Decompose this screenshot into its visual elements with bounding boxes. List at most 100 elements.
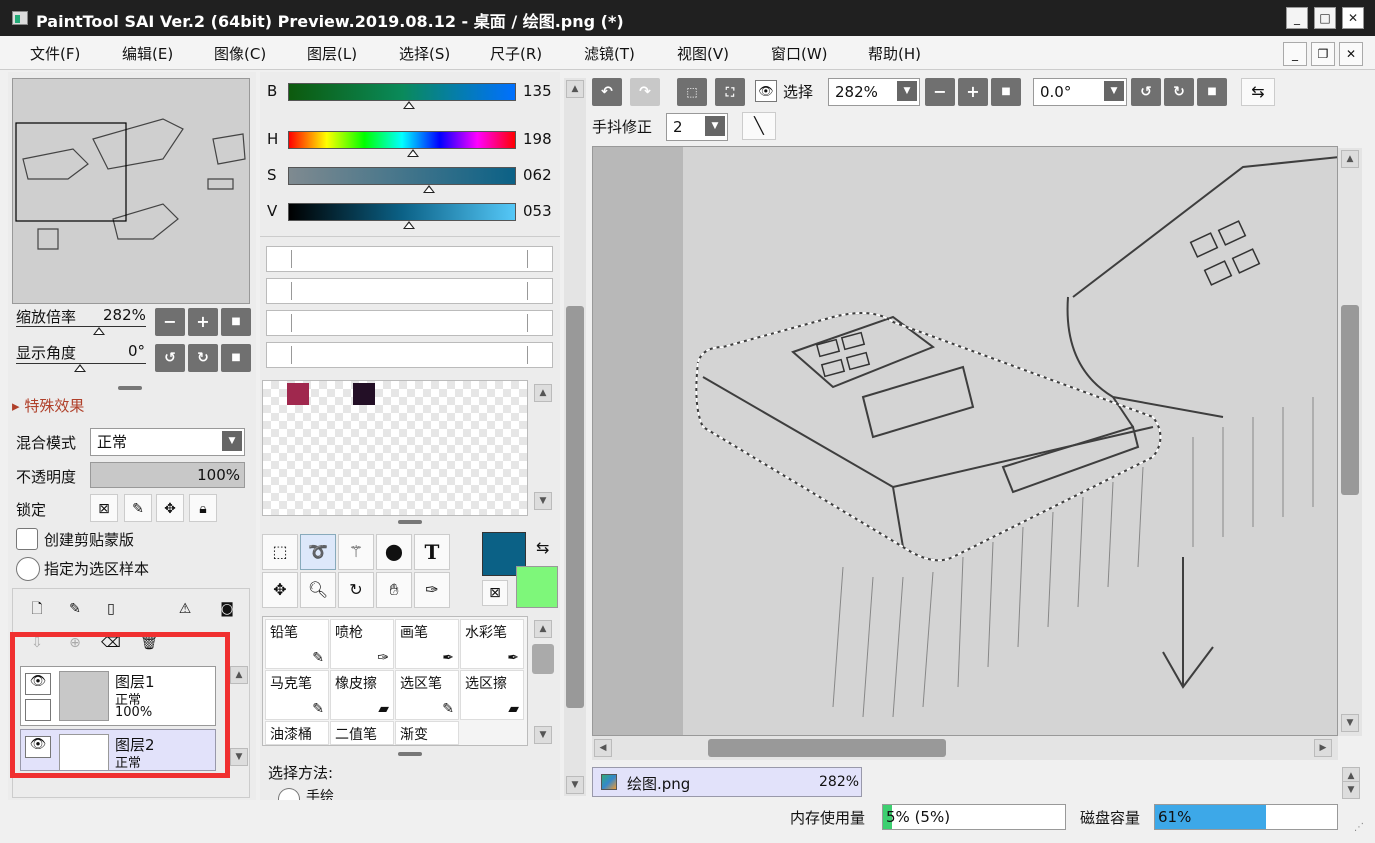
scrollbar-thumb[interactable] <box>708 739 946 757</box>
tab-scroll-down[interactable]: ▼ <box>1342 781 1360 799</box>
toolbar-zoom-reset-button[interactable]: ■ <box>991 78 1021 106</box>
layer-effect-icon[interactable]: ⚠ <box>171 595 199 623</box>
rotate-left-button[interactable]: ↺ <box>155 344 185 372</box>
channel-s-slider[interactable] <box>288 167 516 185</box>
palette-scroll-down[interactable]: ▼ <box>534 492 552 510</box>
palette-scroll-up[interactable]: ▲ <box>534 384 552 402</box>
canvas-vscrollbar[interactable]: ▲ ▼ <box>1338 148 1362 736</box>
canvas-hscrollbar[interactable]: ◀ ▶ <box>592 736 1338 760</box>
panel-splitter[interactable] <box>398 520 422 524</box>
text-tool-icon[interactable]: T <box>414 534 450 570</box>
close-button[interactable]: ✕ <box>1342 7 1364 29</box>
toolbar-rotate-right-button[interactable]: ↻ <box>1164 78 1194 106</box>
panel-splitter[interactable] <box>118 386 142 390</box>
channel-b-slider[interactable] <box>288 83 516 101</box>
channel-s-handle[interactable] <box>423 185 436 193</box>
document-tab[interactable]: 绘图.png 282% <box>592 767 862 797</box>
brush-scrollbar-thumb[interactable] <box>532 644 554 674</box>
blend-mode-select[interactable]: 正常 ▼ <box>90 428 245 456</box>
brush-select-eraser[interactable]: 选区擦 ▰ <box>460 670 524 720</box>
transparent-color-icon[interactable]: ⊠ <box>482 580 508 606</box>
menu-image[interactable]: 图像(C) <box>214 43 266 64</box>
eyedropper-icon[interactable]: ✑ <box>414 572 450 608</box>
navigator-preview[interactable] <box>12 78 250 304</box>
selection-method-radio[interactable] <box>278 788 300 800</box>
brush-scroll-up[interactable]: ▲ <box>534 620 552 638</box>
menu-filter[interactable]: 滤镜(T) <box>584 43 635 64</box>
channel-b-handle[interactable] <box>402 101 415 109</box>
toolbar-zoom-in-button[interactable]: + <box>958 78 988 106</box>
menu-help[interactable]: 帮助(H) <box>868 43 921 64</box>
toolbar-rotate-left-button[interactable]: ↺ <box>1131 78 1161 106</box>
scrollbar-thumb[interactable] <box>566 306 584 708</box>
zoom-in-button[interactable]: + <box>188 308 218 336</box>
resize-grip-icon[interactable]: ⋰ <box>1354 822 1364 833</box>
rotate-icon[interactable]: ↻ <box>338 572 374 608</box>
scroll-up-arrow[interactable]: ▲ <box>1341 150 1359 168</box>
redo-button[interactable]: ↷ <box>630 78 660 106</box>
brush-scroll-down[interactable]: ▼ <box>534 726 552 744</box>
select-all-button[interactable]: ⛶ <box>715 78 745 106</box>
swatch-1[interactable] <box>287 383 309 405</box>
menu-ruler[interactable]: 尺子(R) <box>490 43 542 64</box>
toolbar-zoom-out-button[interactable]: − <box>925 78 955 106</box>
zoom-icon[interactable]: 🔍︎ <box>300 572 336 608</box>
undo-button[interactable]: ↶ <box>592 78 622 106</box>
effects-toggle[interactable]: ▸ 特殊效果 <box>12 395 84 416</box>
magic-wand-icon[interactable]: ⚚ <box>338 534 374 570</box>
scroll-up-arrow[interactable]: ▲ <box>566 80 584 98</box>
toolbar-rotate-reset-button[interactable]: ■ <box>1197 78 1227 106</box>
flip-horizontal-icon[interactable]: ⇆ <box>1241 78 1275 106</box>
layer-mask-icon[interactable]: ◙ <box>213 595 241 623</box>
angle-slider-handle[interactable] <box>74 364 86 372</box>
channel-h-slider[interactable] <box>288 131 516 149</box>
brush-eraser[interactable]: 橡皮擦 ▰ <box>330 670 394 720</box>
canvas[interactable] <box>592 146 1338 736</box>
lock-transparency-icon[interactable]: ⊠ <box>90 494 118 522</box>
selection-visibility-icon[interactable]: 👁︎ <box>755 80 777 102</box>
lasso-icon[interactable]: ➰ <box>300 534 336 570</box>
brush-binary[interactable]: 二值笔 <box>330 721 394 745</box>
menu-layer[interactable]: 图层(L) <box>307 43 357 64</box>
zoom-slider-handle[interactable] <box>93 327 105 335</box>
angle-dropdown[interactable]: 0.0° ▼ <box>1033 78 1127 106</box>
mixer-slot-1[interactable] <box>266 246 553 272</box>
scroll-right-arrow[interactable]: ▶ <box>1314 739 1332 757</box>
brush-pencil[interactable]: 铅笔 ✎ <box>265 619 329 669</box>
zoom-dropdown[interactable]: 282% ▼ <box>828 78 920 106</box>
zoom-reset-button[interactable]: ■ <box>221 308 251 336</box>
channel-v-handle[interactable] <box>402 221 415 229</box>
brush-bucket[interactable]: 油漆桶 <box>265 721 329 745</box>
brush-select-pen[interactable]: 选区笔 ✎ <box>395 670 459 720</box>
new-layer-icon[interactable]: 🗋 <box>23 595 51 623</box>
channel-v-slider[interactable] <box>288 203 516 221</box>
clip-checkbox[interactable] <box>16 528 38 550</box>
scroll-down-arrow[interactable]: ▼ <box>1341 714 1359 732</box>
move-icon[interactable]: ✥ <box>262 572 298 608</box>
lock-move-icon[interactable]: ✥ <box>156 494 184 522</box>
scroll-down-arrow[interactable]: ▼ <box>566 776 584 794</box>
layer-scroll-down[interactable]: ▼ <box>230 748 248 766</box>
mixer-slot-2[interactable] <box>266 278 553 304</box>
brush-watercolor[interactable]: 水彩笔 ✒ <box>460 619 524 669</box>
menu-window[interactable]: 窗口(W) <box>771 43 828 64</box>
menu-view[interactable]: 视图(V) <box>677 43 729 64</box>
menu-file[interactable]: 文件(F) <box>30 43 80 64</box>
mixer-slot-4[interactable] <box>266 342 553 368</box>
color-panel-scrollbar[interactable]: ▲ ▼ <box>564 78 586 796</box>
lock-paint-icon[interactable]: ✎ <box>124 494 152 522</box>
brush-gradient[interactable]: 渐变 <box>395 721 459 745</box>
new-linework-icon[interactable]: ✎ <box>61 595 89 623</box>
doc-restore-button[interactable]: ❐ <box>1311 42 1335 66</box>
hand-icon[interactable]: ✋︎ <box>376 572 412 608</box>
layer-scroll-up[interactable]: ▲ <box>230 666 248 684</box>
lock-all-icon[interactable]: 🔒︎ <box>189 494 217 522</box>
shape-icon[interactable]: ⬤ <box>376 534 412 570</box>
sample-radio[interactable] <box>16 557 40 581</box>
zoom-slider[interactable] <box>16 326 146 327</box>
doc-close-button[interactable]: ✕ <box>1339 42 1363 66</box>
brush-marker[interactable]: 马克笔 ✎ <box>265 670 329 720</box>
stroke-line-icon[interactable]: ╲ <box>742 112 776 140</box>
maximize-button[interactable]: □ <box>1314 7 1336 29</box>
zoom-out-button[interactable]: − <box>155 308 185 336</box>
